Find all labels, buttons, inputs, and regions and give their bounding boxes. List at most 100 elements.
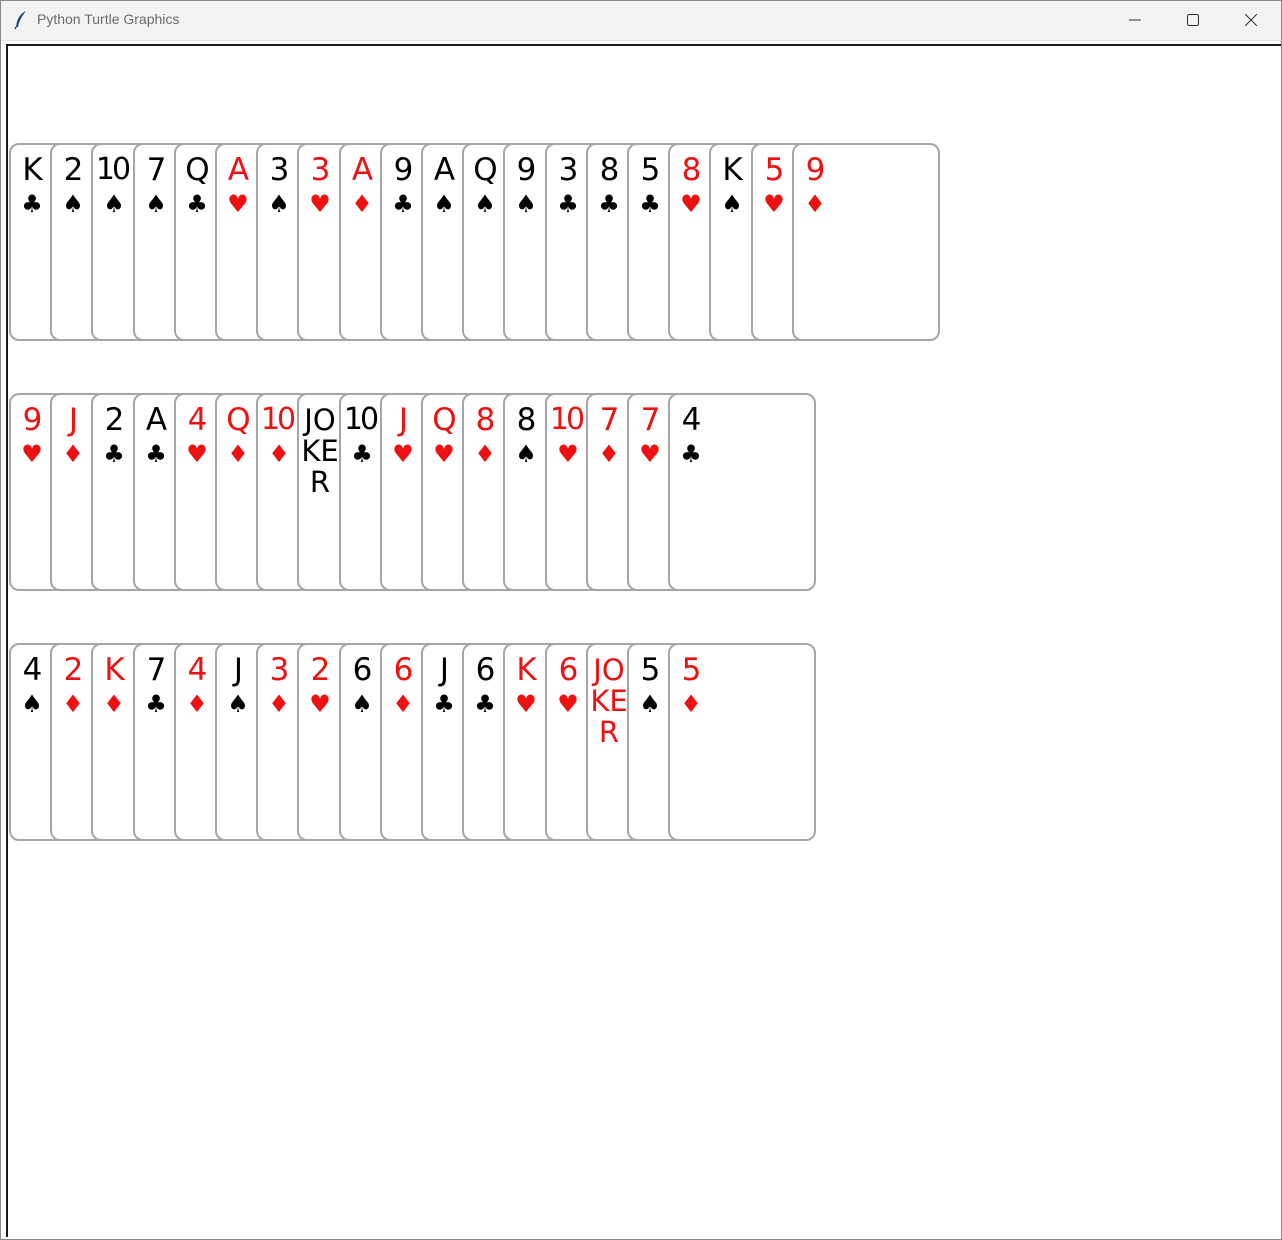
card-suit-icon: ♦ — [680, 690, 702, 718]
card-suit-icon: ♣ — [557, 190, 579, 218]
card-rank: 9 — [393, 152, 414, 188]
card-rank: 6 — [558, 652, 579, 688]
card-suit-icon: ♥ — [186, 440, 208, 468]
card-rank: 10 — [549, 402, 585, 437]
card-suit-icon: ♥ — [309, 690, 331, 718]
card-rank: 2 — [104, 402, 125, 438]
card-suit-icon: ♥ — [515, 690, 537, 718]
card-rank: JOKER — [590, 653, 628, 749]
playing-card[interactable]: 4 ♣ — [668, 393, 816, 591]
card-rank: 8 — [516, 402, 537, 438]
card-suit-icon: ♠ — [515, 440, 537, 468]
card-rank: A — [145, 402, 167, 438]
card-rank: 4 — [22, 652, 43, 688]
card-rank: J — [439, 652, 449, 688]
card-suit-icon: ♠ — [721, 190, 743, 218]
card-rank: 7 — [146, 152, 167, 188]
playing-card[interactable]: 5 ♦ — [668, 643, 816, 841]
card-suit-icon: ♣ — [392, 190, 414, 218]
card-rank: 6 — [475, 652, 496, 688]
card-rank: 2 — [310, 652, 331, 688]
card-rank: 8 — [599, 152, 620, 188]
card-rank: Q — [432, 402, 456, 438]
card-suit-icon: ♦ — [392, 690, 414, 718]
card-rank: Q — [226, 402, 250, 438]
card-rank: 8 — [475, 402, 496, 438]
card-rank: 2 — [63, 152, 84, 188]
card-rank: 8 — [681, 152, 702, 188]
turtle-canvas[interactable]: K ♣ 2 ♠ 10 ♠ 7 ♠ Q ♣ A ♥ 3 ♠ 3 ♥ A ♦ 9 ♣ A ♠ Q ♠ 9 ♠ 3 ♣ 8 ♣ 5 ♣ 8 ♥ K ♠ 5 ♥ 9… — [6, 44, 1281, 1237]
card-rank: 3 — [558, 152, 579, 188]
close-button[interactable] — [1222, 1, 1280, 40]
card-suit-icon: ♣ — [186, 190, 208, 218]
card-rank: 5 — [640, 652, 661, 688]
maximize-button[interactable] — [1164, 1, 1222, 40]
card-suit-icon: ♦ — [103, 690, 125, 718]
card-suit-icon: ♥ — [433, 440, 455, 468]
card-rank: 2 — [63, 652, 84, 688]
card-rank: 3 — [269, 152, 290, 188]
minimize-button[interactable] — [1106, 1, 1164, 40]
card-suit-icon: ♣ — [639, 190, 661, 218]
card-suit-icon: ♦ — [268, 440, 290, 468]
card-suit-icon: ♣ — [145, 690, 167, 718]
card-rank: 10 — [260, 402, 296, 437]
card-suit-icon: ♥ — [557, 440, 579, 468]
card-rank: 4 — [681, 402, 702, 438]
card-suit-icon: ♦ — [186, 690, 208, 718]
card-suit-icon: ♣ — [21, 190, 43, 218]
card-suit-icon: ♣ — [103, 440, 125, 468]
card-rank: 3 — [310, 152, 331, 188]
card-suit-icon: ♣ — [680, 440, 702, 468]
card-suit-icon: ♣ — [598, 190, 620, 218]
card-rank: 7 — [640, 402, 661, 438]
card-suit-icon: ♠ — [145, 190, 167, 218]
card-suit-icon: ♠ — [227, 690, 249, 718]
card-suit-icon: ♠ — [21, 690, 43, 718]
card-suit-icon: ♦ — [227, 440, 249, 468]
card-suit-icon: ♣ — [474, 690, 496, 718]
card-rank: J — [398, 402, 408, 438]
card-rank: 9 — [22, 402, 43, 438]
card-suit-icon: ♥ — [227, 190, 249, 218]
card-rank: 10 — [343, 402, 379, 437]
card-suit-icon: ♦ — [474, 440, 496, 468]
card-rank: 6 — [352, 652, 373, 688]
card-rank: JOKER — [301, 403, 339, 499]
card-rank: 3 — [269, 652, 290, 688]
card-rank: 5 — [681, 652, 702, 688]
window-title: Python Turtle Graphics — [37, 11, 180, 27]
card-rank: A — [433, 152, 455, 188]
card-rank: 5 — [640, 152, 661, 188]
card-rank: J — [233, 652, 243, 688]
card-suit-icon: ♠ — [639, 690, 661, 718]
card-rank: K — [104, 652, 124, 688]
card-suit-icon: ♣ — [433, 690, 455, 718]
card-rank: 4 — [187, 402, 208, 438]
card-rank: K — [516, 652, 536, 688]
card-rank: 7 — [599, 402, 620, 438]
card-suit-icon: ♥ — [392, 440, 414, 468]
card-suit-icon: ♠ — [268, 190, 290, 218]
title-bar[interactable]: Python Turtle Graphics — [1, 1, 1281, 41]
playing-card[interactable]: 9 ♦ — [792, 143, 940, 341]
card-suit-icon: ♠ — [515, 190, 537, 218]
close-icon — [1245, 14, 1257, 26]
minimize-icon — [1129, 19, 1141, 21]
card-rank: K — [722, 152, 742, 188]
card-rank: Q — [185, 152, 209, 188]
card-suit-icon: ♦ — [62, 690, 84, 718]
turtle-window: Python Turtle Graphics K ♣ 2 ♠ 10 ♠ 7 ♠ Q ♣ A ♥ 3 ♠ 3 ♥… — [0, 0, 1282, 1240]
card-rank: K — [22, 152, 42, 188]
card-suit-icon: ♦ — [598, 440, 620, 468]
card-rank: 5 — [764, 152, 785, 188]
card-suit-icon: ♠ — [103, 190, 125, 218]
card-suit-icon: ♥ — [309, 190, 331, 218]
card-suit-icon: ♣ — [145, 440, 167, 468]
card-rank: 6 — [393, 652, 414, 688]
maximize-icon — [1187, 14, 1199, 26]
card-rank: 9 — [516, 152, 537, 188]
card-rank: 10 — [95, 152, 131, 187]
card-suit-icon: ♦ — [62, 440, 84, 468]
card-rank: J — [68, 402, 78, 438]
